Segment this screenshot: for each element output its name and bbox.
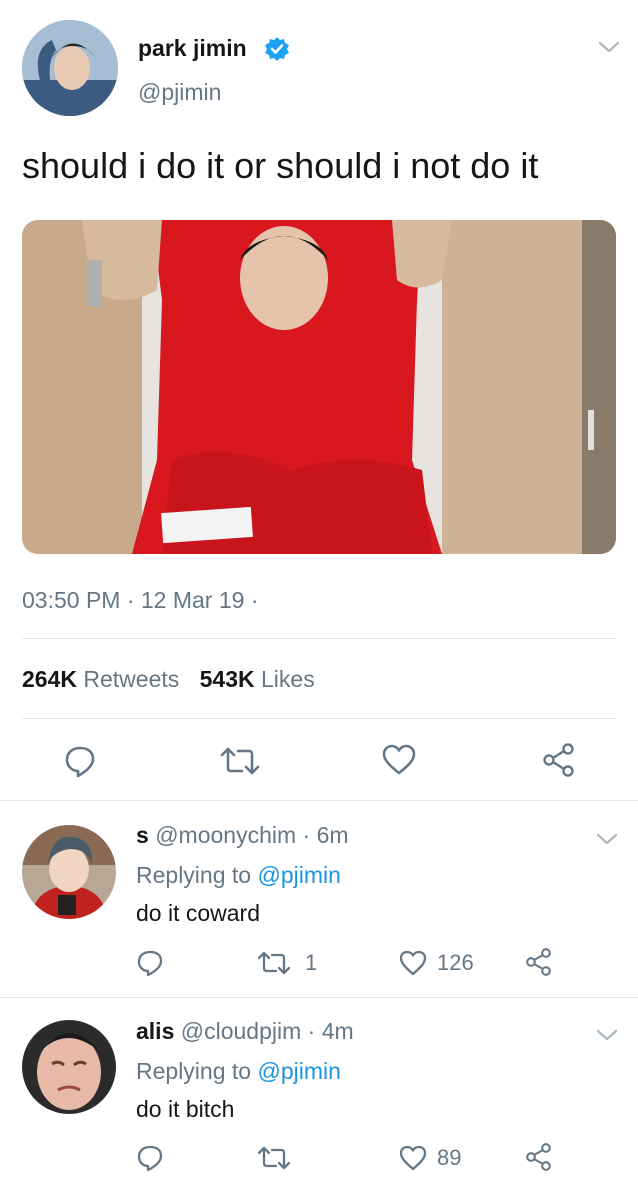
reply-avatar[interactable] xyxy=(22,825,116,919)
reply-avatar[interactable] xyxy=(22,1020,116,1114)
reply-author-handle[interactable]: @moonychim xyxy=(155,822,296,848)
reply-header: s @moonychim · 6m xyxy=(136,821,349,849)
like-icon[interactable] xyxy=(398,1145,428,1171)
reply-author-name[interactable]: alis xyxy=(136,1018,174,1044)
share-icon[interactable] xyxy=(541,742,577,778)
reply-author-handle[interactable]: @cloudpjim xyxy=(181,1018,302,1044)
replying-to: Replying to @pjimin xyxy=(136,1057,341,1085)
reply-icon[interactable] xyxy=(136,1144,164,1172)
share-icon[interactable] xyxy=(524,1142,554,1172)
reply-text: do it coward xyxy=(136,900,261,926)
reply-time: · 6m xyxy=(302,822,349,848)
likes-label: Likes xyxy=(261,666,315,692)
retweets-count: 264K xyxy=(22,666,77,692)
reply-tweet[interactable]: s @moonychim · 6m Replying to @pjimin do… xyxy=(0,801,638,997)
likes-count: 543K xyxy=(199,666,255,692)
retweets-label: Retweets xyxy=(83,666,180,692)
tweet-image[interactable] xyxy=(22,220,616,554)
retweet-icon[interactable] xyxy=(256,1146,292,1170)
reply-author-name[interactable]: s xyxy=(136,822,149,848)
chevron-down-icon[interactable] xyxy=(598,40,620,54)
retweet-icon[interactable] xyxy=(218,746,262,776)
retweets-stat[interactable]: 264K Retweets xyxy=(22,666,186,692)
retweet-icon[interactable] xyxy=(256,951,292,975)
reply-icon[interactable] xyxy=(136,949,164,977)
replying-to-label: Replying to xyxy=(136,862,252,888)
reply-like-count: 126 xyxy=(437,950,474,975)
tweet-timestamp: 03:50 PM · 12 Mar 19 · xyxy=(22,587,259,613)
tweet-stats: 264K Retweets 543K Likes xyxy=(22,665,315,693)
like-icon[interactable] xyxy=(381,744,417,776)
chevron-down-icon[interactable] xyxy=(596,1028,618,1042)
author-handle[interactable]: @pjimin xyxy=(138,78,221,106)
verified-badge-icon xyxy=(264,36,290,62)
reply-retweet-count: 1 xyxy=(305,950,318,975)
author-avatar[interactable] xyxy=(22,20,118,116)
divider xyxy=(22,718,616,719)
author-name[interactable]: park jimin xyxy=(138,34,247,62)
reply-like-count: 89 xyxy=(437,1145,462,1170)
replying-to: Replying to @pjimin xyxy=(136,861,341,889)
chevron-down-icon[interactable] xyxy=(596,832,618,846)
replying-to-handle[interactable]: @pjimin xyxy=(257,862,340,888)
reply-icon[interactable] xyxy=(63,744,97,778)
reply-text: do it bitch xyxy=(136,1096,235,1122)
share-icon[interactable] xyxy=(524,947,554,977)
reply-time: · 4m xyxy=(307,1018,354,1044)
like-icon[interactable] xyxy=(398,950,428,976)
divider xyxy=(22,638,616,639)
replying-to-label: Replying to xyxy=(136,1058,252,1084)
tweet-text: should i do it or should i not do it xyxy=(22,145,539,186)
reply-header: alis @cloudpjim · 4m xyxy=(136,1017,354,1045)
replying-to-handle[interactable]: @pjimin xyxy=(257,1058,340,1084)
reply-tweet[interactable]: alis @cloudpjim · 4m Replying to @pjimin… xyxy=(0,998,638,1200)
likes-stat[interactable]: 543K Likes xyxy=(200,666,315,692)
